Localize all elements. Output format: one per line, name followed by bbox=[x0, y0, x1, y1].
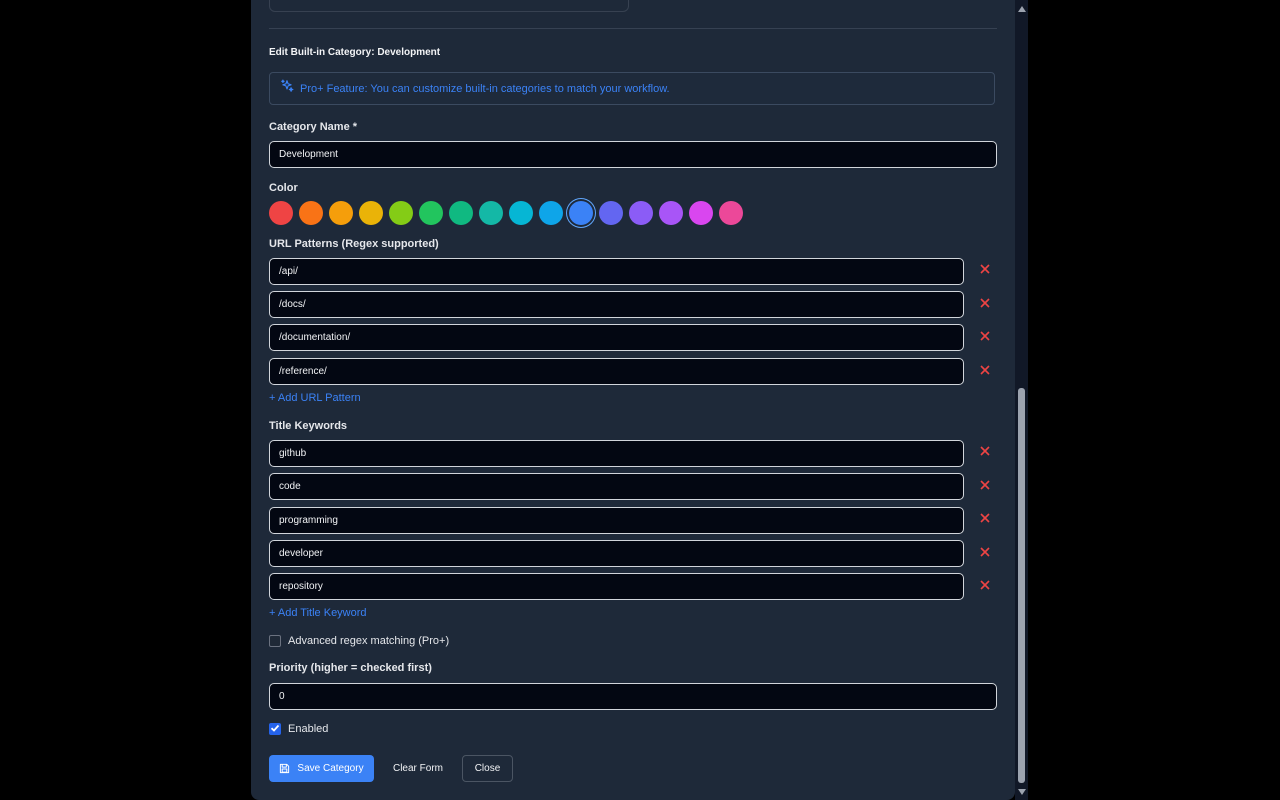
url-pattern-input[interactable] bbox=[269, 291, 964, 318]
close-icon bbox=[979, 511, 991, 529]
pro-feature-text: Pro+ Feature: You can customize built-in… bbox=[300, 82, 670, 95]
scroll-down-arrow-icon[interactable] bbox=[1018, 789, 1026, 795]
advanced-regex-checkbox[interactable] bbox=[269, 635, 281, 647]
clear-form-button[interactable]: Clear Form bbox=[383, 755, 453, 782]
url-patterns-label: URL Patterns (Regex supported) bbox=[269, 238, 439, 250]
remove-url-pattern-button[interactable] bbox=[977, 297, 993, 313]
advanced-regex-row[interactable]: Advanced regex matching (Pro+) bbox=[269, 635, 449, 647]
scroll-thumb[interactable] bbox=[1018, 388, 1025, 783]
color-swatch[interactable] bbox=[629, 201, 653, 225]
remove-title-keyword-button[interactable] bbox=[977, 546, 993, 562]
color-swatch[interactable] bbox=[449, 201, 473, 225]
color-swatch[interactable] bbox=[329, 201, 353, 225]
color-label: Color bbox=[269, 182, 298, 194]
remove-url-pattern-button[interactable] bbox=[977, 330, 993, 346]
color-swatch[interactable] bbox=[569, 201, 593, 225]
color-swatch[interactable] bbox=[299, 201, 323, 225]
color-swatch[interactable] bbox=[659, 201, 683, 225]
title-keyword-input[interactable] bbox=[269, 540, 964, 567]
close-button[interactable]: Close bbox=[462, 755, 513, 782]
advanced-regex-label: Advanced regex matching (Pro+) bbox=[288, 635, 450, 647]
section-divider bbox=[269, 28, 997, 29]
title-keyword-input[interactable] bbox=[269, 440, 964, 467]
color-swatch[interactable] bbox=[689, 201, 713, 225]
category-name-label: Category Name * bbox=[269, 121, 358, 133]
floppy-disk-icon bbox=[279, 763, 290, 774]
close-icon bbox=[979, 578, 991, 596]
title-keyword-input[interactable] bbox=[269, 573, 964, 600]
url-pattern-input[interactable] bbox=[269, 324, 964, 351]
category-name-input[interactable] bbox=[269, 141, 997, 168]
enabled-checkbox[interactable] bbox=[269, 723, 281, 735]
color-swatch[interactable] bbox=[509, 201, 533, 225]
remove-url-pattern-button[interactable] bbox=[977, 364, 993, 380]
edit-category-modal: Edit Built-in Category: Development Pro+… bbox=[251, 0, 1015, 800]
color-swatch[interactable] bbox=[389, 201, 413, 225]
remove-title-keyword-button[interactable] bbox=[977, 512, 993, 528]
remove-title-keyword-button[interactable] bbox=[977, 579, 993, 595]
color-swatch[interactable] bbox=[599, 201, 623, 225]
add-title-keyword-link[interactable]: + Add Title Keyword bbox=[269, 607, 367, 619]
color-swatch[interactable] bbox=[269, 201, 293, 225]
close-icon bbox=[979, 478, 991, 496]
scroll-up-arrow-icon[interactable] bbox=[1018, 6, 1026, 12]
enabled-label: Enabled bbox=[288, 723, 329, 735]
color-swatch[interactable] bbox=[359, 201, 383, 225]
remove-url-pattern-button[interactable] bbox=[977, 263, 993, 279]
close-icon bbox=[979, 444, 991, 462]
sparkles-icon bbox=[280, 79, 294, 98]
color-swatch[interactable] bbox=[539, 201, 563, 225]
add-url-pattern-link[interactable]: + Add URL Pattern bbox=[269, 392, 361, 404]
color-swatch[interactable] bbox=[719, 201, 743, 225]
check-icon bbox=[270, 723, 280, 736]
cut-off-field bbox=[269, 0, 629, 12]
form-title: Edit Built-in Category: Development bbox=[269, 47, 441, 58]
close-icon bbox=[979, 329, 991, 347]
title-keyword-input[interactable] bbox=[269, 473, 964, 500]
pro-feature-banner: Pro+ Feature: You can customize built-in… bbox=[269, 72, 995, 105]
url-pattern-input[interactable] bbox=[269, 258, 964, 285]
close-icon bbox=[979, 545, 991, 563]
priority-input[interactable] bbox=[269, 683, 997, 710]
close-icon bbox=[979, 363, 991, 381]
enabled-row[interactable]: Enabled bbox=[269, 723, 328, 735]
remove-title-keyword-button[interactable] bbox=[977, 445, 993, 461]
color-swatch[interactable] bbox=[419, 201, 443, 225]
save-category-button[interactable]: Save Category bbox=[269, 755, 374, 782]
color-palette bbox=[269, 201, 749, 225]
save-category-label: Save Category bbox=[297, 763, 364, 774]
close-icon bbox=[979, 296, 991, 314]
url-pattern-input[interactable] bbox=[269, 358, 964, 385]
priority-label: Priority (higher = checked first) bbox=[269, 662, 432, 674]
title-keywords-label: Title Keywords bbox=[269, 420, 348, 432]
close-icon bbox=[979, 262, 991, 280]
remove-title-keyword-button[interactable] bbox=[977, 479, 993, 495]
color-swatch[interactable] bbox=[479, 201, 503, 225]
scrollbar[interactable] bbox=[1015, 0, 1028, 800]
title-keyword-input[interactable] bbox=[269, 507, 964, 534]
